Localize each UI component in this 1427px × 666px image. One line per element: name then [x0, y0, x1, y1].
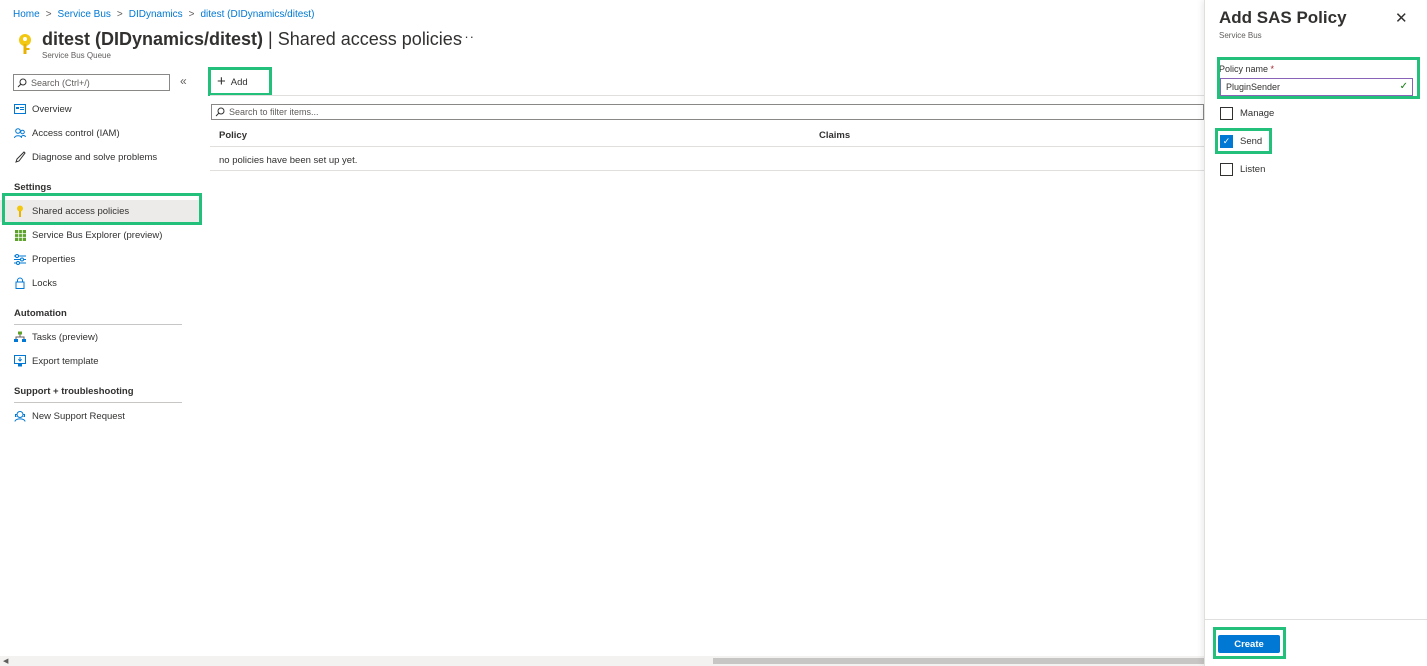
sidebar-item-overview[interactable]: Overview — [0, 98, 200, 120]
required-mark: * — [1270, 64, 1275, 74]
create-button[interactable]: Create — [1218, 635, 1280, 653]
column-header-claims[interactable]: Claims — [819, 130, 850, 141]
breadcrumb-service-bus[interactable]: Service Bus — [58, 9, 111, 20]
key-icon — [14, 205, 26, 217]
sliders-icon — [14, 253, 26, 265]
page-subtitle: Service Bus Queue — [42, 51, 111, 60]
scroll-left-icon[interactable]: ◀ — [3, 657, 8, 665]
sidebar-search-input[interactable]: Search (Ctrl+/) — [13, 74, 170, 91]
sidebar-divider — [14, 402, 182, 403]
breadcrumb-queue[interactable]: ditest (DIDynamics/ditest) — [200, 9, 314, 20]
sidebar-item-diagnose[interactable]: Diagnose and solve problems — [0, 146, 200, 168]
sidebar-section-support: Support + troubleshooting — [14, 386, 134, 397]
sidebar-item-label: Diagnose and solve problems — [32, 151, 158, 163]
column-header-policy[interactable]: Policy — [219, 130, 247, 141]
page-title-resource: ditest (DIDynamics/ditest) — [42, 29, 264, 49]
toolbar-divider — [210, 95, 1204, 96]
sidebar-item-label: Shared access policies — [32, 205, 130, 217]
panel-subtitle: Service Bus — [1219, 31, 1262, 40]
policy-name-label: Policy name * — [1219, 64, 1274, 74]
table-header: Policy Claims — [210, 125, 1204, 147]
export-icon — [14, 355, 26, 367]
sidebar-section-settings: Settings — [14, 182, 52, 193]
filter-placeholder: Search to filter items... — [229, 107, 319, 117]
scrollbar-thumb[interactable] — [713, 658, 1204, 664]
manage-checkbox[interactable] — [1220, 107, 1233, 120]
sidebar-item-new-support-request[interactable]: New Support Request — [0, 405, 200, 427]
add-sas-policy-panel: Add SAS Policy ✕ Service Bus Policy name… — [1204, 0, 1427, 666]
sidebar-item-label: Service Bus Explorer (preview) — [32, 229, 163, 241]
manage-checkbox-row[interactable]: Manage — [1220, 107, 1274, 120]
breadcrumb-separator: > — [188, 9, 195, 20]
listen-checkbox[interactable] — [1220, 163, 1233, 176]
breadcrumb-separator: > — [45, 9, 52, 20]
search-icon — [17, 78, 27, 87]
policy-name-input[interactable]: PluginSender ✓ — [1220, 78, 1413, 96]
add-button-label: Add — [230, 76, 248, 88]
more-options-button[interactable]: ··· — [459, 29, 475, 44]
search-icon — [215, 107, 225, 117]
send-checkbox-row[interactable]: ✓ Send — [1220, 135, 1262, 148]
sidebar-item-locks[interactable]: Locks — [0, 272, 200, 294]
sidebar-item-label: Access control (IAM) — [32, 127, 120, 139]
add-button[interactable]: + Add — [213, 72, 268, 92]
panel-title: Add SAS Policy — [1219, 8, 1347, 27]
wrench-icon — [14, 151, 26, 163]
sidebar-item-label: Overview — [32, 103, 72, 115]
support-icon — [14, 410, 26, 422]
breadcrumb-separator: > — [116, 9, 123, 20]
close-icon[interactable]: ✕ — [1395, 9, 1408, 27]
listen-checkbox-row[interactable]: Listen — [1220, 163, 1265, 176]
send-label: Send — [1240, 136, 1263, 147]
breadcrumb-home[interactable]: Home — [13, 9, 40, 20]
key-icon — [19, 34, 31, 54]
manage-label: Manage — [1240, 108, 1275, 119]
empty-table-message: no policies have been set up yet. — [219, 155, 358, 166]
sidebar-item-tasks[interactable]: Tasks (preview) — [0, 326, 200, 348]
table-row: no policies have been set up yet. — [210, 148, 1204, 171]
sidebar-search-placeholder: Search (Ctrl+/) — [31, 77, 90, 88]
page-title-section: | Shared access policies — [263, 29, 462, 49]
main-content: Home > Service Bus > DIDynamics > ditest… — [0, 0, 1204, 666]
people-icon — [14, 127, 26, 139]
breadcrumb: Home > Service Bus > DIDynamics > ditest… — [13, 9, 314, 20]
sidebar-item-label: Locks — [32, 277, 57, 289]
listen-label: Listen — [1240, 164, 1266, 175]
sidebar-item-label: New Support Request — [32, 410, 125, 422]
grid-icon — [14, 229, 26, 241]
sidebar-item-properties[interactable]: Properties — [0, 248, 200, 270]
sidebar-item-label: Properties — [32, 253, 76, 265]
valid-check-icon: ✓ — [1399, 81, 1408, 92]
policy-name-label-text: Policy name — [1219, 64, 1269, 74]
send-checkbox[interactable]: ✓ — [1220, 135, 1233, 148]
overview-icon — [14, 103, 26, 115]
panel-footer-divider — [1205, 619, 1427, 620]
sidebar-item-label: Tasks (preview) — [32, 331, 98, 343]
sidebar-item-export-template[interactable]: Export template — [0, 350, 200, 372]
sidebar-item-label: Export template — [32, 355, 99, 367]
filter-input[interactable]: Search to filter items... — [211, 104, 1204, 120]
sidebar-divider — [14, 324, 182, 325]
sidebar-section-automation: Automation — [14, 308, 67, 319]
tasks-icon — [14, 331, 26, 343]
breadcrumb-namespace[interactable]: DIDynamics — [129, 9, 183, 20]
sidebar-item-access-control[interactable]: Access control (IAM) — [0, 122, 200, 144]
collapse-sidebar-button[interactable]: « — [180, 74, 187, 88]
sidebar-item-shared-access-policies[interactable]: Shared access policies — [0, 200, 200, 222]
horizontal-scrollbar[interactable]: ◀ — [0, 656, 1204, 666]
sidebar-item-service-bus-explorer[interactable]: Service Bus Explorer (preview) — [0, 224, 200, 246]
policy-name-value: PluginSender — [1226, 82, 1281, 92]
lock-icon — [14, 277, 26, 289]
plus-icon: + — [217, 73, 226, 90]
page-title: ditest (DIDynamics/ditest) | Shared acce… — [42, 29, 462, 50]
